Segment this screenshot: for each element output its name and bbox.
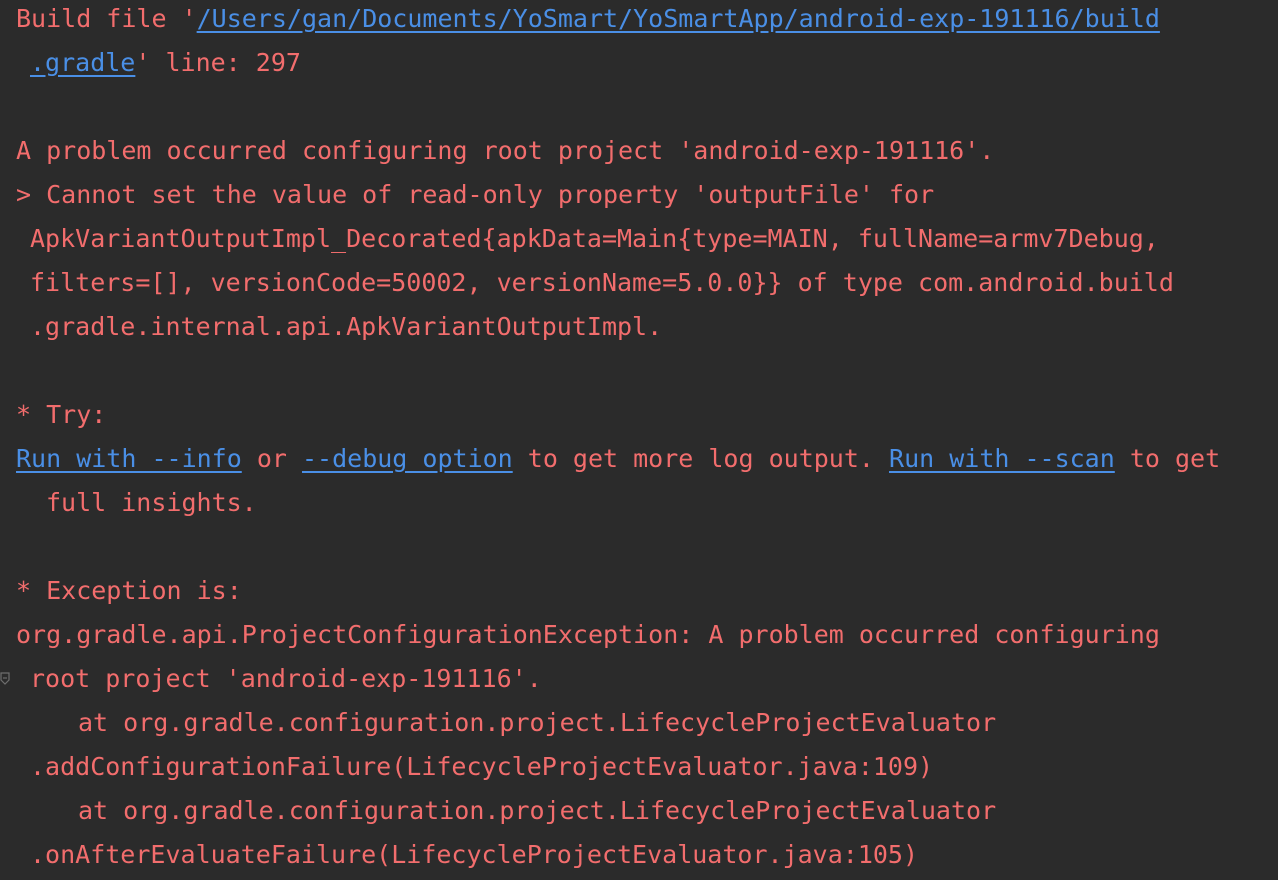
stack-frame-2-cont: .onAfterEvaluateFailure(LifecycleProject… (30, 840, 919, 869)
cause-message: > Cannot set the value of read-only prop… (16, 180, 935, 209)
exception-message-cont: root project 'android-exp-191116'. (30, 664, 542, 693)
try-text-to-get: to get (1114, 444, 1221, 473)
build-file-line-continued: .gradle' line: 297 (30, 41, 301, 85)
exception-heading: * Exception is: (16, 576, 242, 605)
run-with-scan-link[interactable]: Run with --scan (889, 444, 1115, 473)
cause-message-cont-1: ApkVariantOutputImpl_Decorated{apkData=M… (30, 224, 1159, 253)
build-file-line: Build file '/Users/gan/Documents/YoSmart… (16, 0, 1160, 41)
try-suggestions-line: Run with --info or --debug option to get… (16, 437, 1220, 481)
try-text-or: or (241, 444, 302, 473)
build-file-line-number: ' line: 297 (135, 48, 301, 77)
try-suggestions-cont: full insights. (46, 488, 257, 517)
run-with-info-link[interactable]: Run with --info (16, 444, 242, 473)
problem-message: A problem occurred configuring root proj… (16, 136, 995, 165)
cause-message-cont-3: .gradle.internal.api.ApkVariantOutputImp… (30, 312, 663, 341)
cause-message-cont-2: filters=[], versionCode=50002, versionNa… (30, 268, 1174, 297)
stack-frame-1-cont: .addConfigurationFailure(LifecycleProjec… (30, 752, 934, 781)
fold-marker-icon[interactable] (0, 672, 10, 686)
stack-frame-2: at org.gradle.configuration.project.Life… (78, 796, 997, 825)
stack-frame-1: at org.gradle.configuration.project.Life… (78, 708, 997, 737)
exception-message: org.gradle.api.ProjectConfigurationExcep… (16, 620, 1160, 649)
try-text-log-output: to get more log output. (512, 444, 890, 473)
build-file-prefix: Build file ' (16, 4, 197, 33)
build-output-console[interactable]: Build file '/Users/gan/Documents/YoSmart… (0, 0, 1278, 880)
try-heading: * Try: (16, 400, 107, 429)
build-file-ext-link[interactable]: .gradle (30, 48, 135, 77)
build-file-path-link[interactable]: /Users/gan/Documents/YoSmart/YoSmartApp/… (197, 4, 1160, 33)
debug-option-link[interactable]: --debug option (302, 444, 513, 473)
